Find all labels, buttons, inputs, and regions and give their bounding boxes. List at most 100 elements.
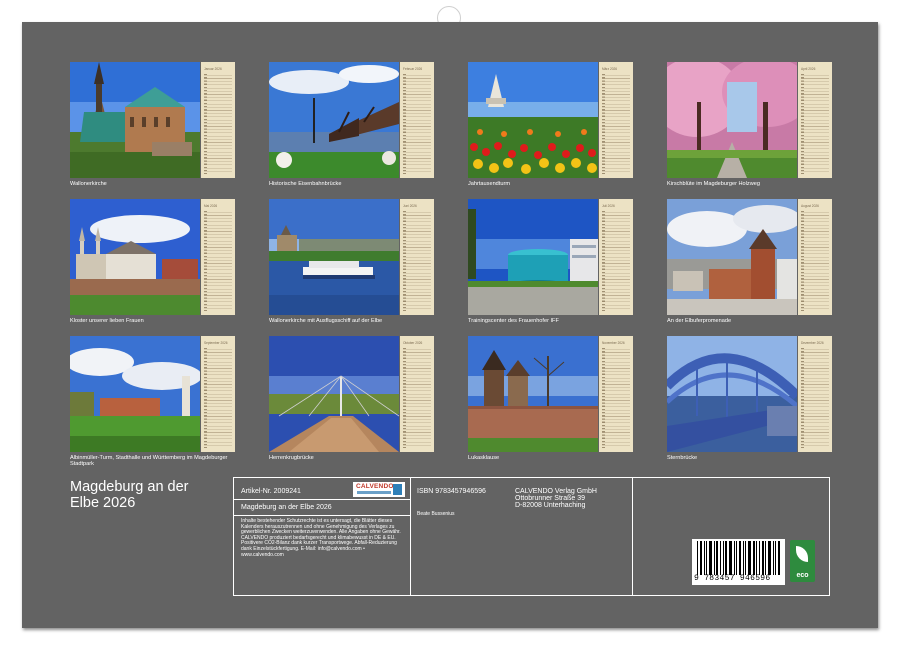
barcode-bar xyxy=(714,541,715,575)
calendar-strip: Juni 2026 xyxy=(400,199,434,315)
photo-herrenkrugbruecke xyxy=(269,336,399,452)
barcode-bar xyxy=(778,541,780,575)
photo-wallonerkirche xyxy=(70,62,200,178)
barcode-bar xyxy=(753,541,755,575)
calendar-month-label: Januar 2026 xyxy=(204,67,232,73)
month-tile-november: November 2026 Lukasklause xyxy=(468,336,633,452)
calvendo-logo: CALVENDO xyxy=(353,482,405,497)
article-number: Artikel-Nr. 2009241 xyxy=(241,488,301,496)
calendar-day-lines xyxy=(403,349,431,448)
barcode-bar xyxy=(739,541,741,575)
calendar-day-lines xyxy=(602,349,630,448)
calendar-month-label: September 2026 xyxy=(204,341,232,347)
photo-caption: Wallonerkirche xyxy=(70,181,235,187)
calendar-strip: Juli 2026 xyxy=(599,199,633,315)
barcode-bar xyxy=(729,541,732,575)
calendar-day-lines xyxy=(403,212,431,311)
calendar-strip: Mai 2026 xyxy=(201,199,235,315)
photo-caption: Trainingscenter des Frauenhofer IFF xyxy=(468,318,633,324)
photo-stadtpark xyxy=(70,336,200,452)
product-title: Magdeburg an der Elbe 2026 xyxy=(241,504,332,512)
calendar-strip: Dezember 2026 xyxy=(798,336,832,452)
calendar-strip: Januar 2026 xyxy=(201,62,235,178)
divider xyxy=(234,499,410,500)
barcode-bar xyxy=(700,541,702,575)
brand-tagline-bar xyxy=(357,491,391,494)
calendar-strip: Februar 2026 xyxy=(400,62,434,178)
barcode-bar xyxy=(706,541,707,575)
barcode-digits: 9 783457 946596 xyxy=(694,574,771,583)
month-tile-august: August 2026 An der Elbuferpromenade xyxy=(667,199,832,315)
photo-caption: Kirschblüte im Magdeburger Holzweg xyxy=(667,181,832,187)
barcode-bar xyxy=(768,541,771,575)
calendar-strip: Oktober 2026 xyxy=(400,336,434,452)
barcode-bar xyxy=(725,541,727,575)
calendar-strip: September 2026 xyxy=(201,336,235,452)
barcode: 9 783457 946596 xyxy=(692,539,785,585)
barcode-bar xyxy=(716,541,718,575)
brand-name: CALVENDO xyxy=(356,483,394,490)
photo-caption: Wallonerkirche mit Ausflugsschiff auf de… xyxy=(269,318,434,324)
photo-caption: Kloster unserer lieben Frauen xyxy=(70,318,235,324)
month-tile-october: Oktober 2026 Herrenkrugbrücke xyxy=(269,336,434,452)
barcode-bar xyxy=(704,541,705,575)
photo-elbuferpromenade xyxy=(667,199,797,315)
calendar-month-label: März 2026 xyxy=(602,67,630,73)
calendar-day-lines xyxy=(403,75,431,174)
month-tile-january: Januar 2026 Wallonerkirche xyxy=(70,62,235,178)
divider xyxy=(234,515,410,516)
photo-lukasklause xyxy=(468,336,598,452)
calendar-strip: März 2026 xyxy=(599,62,633,178)
calendar-strip: April 2026 xyxy=(798,62,832,178)
photo-caption: An der Elbuferpromenade xyxy=(667,318,832,324)
brand-icon xyxy=(393,484,402,495)
calendar-month-label: Juli 2026 xyxy=(602,204,630,210)
calendar-strip: November 2026 xyxy=(599,336,633,452)
barcode-bar xyxy=(697,541,698,575)
photo-caption: Albinmüller-Turm, Stadthalle und Württem… xyxy=(70,455,235,468)
month-tile-september: September 2026 Albinmüller-Turm, Stadtha… xyxy=(70,336,235,452)
month-tile-may: Mai 2026 Kloster unserer lieben Frauen xyxy=(70,199,235,315)
calendar-day-lines xyxy=(801,212,829,311)
calendar-month-label: Dezember 2026 xyxy=(801,341,829,347)
calendar-day-lines xyxy=(204,212,232,311)
calendar-day-lines xyxy=(602,75,630,174)
publisher-city: D-82008 Unterhaching xyxy=(515,502,585,510)
month-tile-march: März 2026 Jahrtausendturm xyxy=(468,62,633,178)
author: Beate Bussenius xyxy=(417,512,455,518)
photo-sternbruecke xyxy=(667,336,797,452)
photo-caption: Jahrtausendturm xyxy=(468,181,633,187)
photo-caption: Lukasklause xyxy=(468,455,633,461)
calendar-month-label: November 2026 xyxy=(602,341,630,347)
calendar-month-label: Juni 2026 xyxy=(403,204,431,210)
photo-kirschbluete xyxy=(667,62,797,178)
calendar-month-label: April 2026 xyxy=(801,67,829,73)
calendar-title: Magdeburg an der Elbe 2026 xyxy=(70,479,220,511)
barcode-bar xyxy=(720,541,721,575)
barcode-bar xyxy=(765,541,766,575)
calendar-month-label: Mai 2026 xyxy=(204,204,232,210)
month-tile-july: Juli 2026 Trainingscenter des Frauenhofe… xyxy=(468,199,633,315)
barcode-bar xyxy=(775,541,776,575)
photo-trainingscenter xyxy=(468,199,598,315)
calendar-day-lines xyxy=(204,349,232,448)
barcode-bar xyxy=(709,541,712,575)
month-tile-february: Februar 2026 Historische Eisenbahnbrücke xyxy=(269,62,434,178)
photo-caption: Historische Eisenbahnbrücke xyxy=(269,181,434,187)
calendar-day-lines xyxy=(204,75,232,174)
photo-jahrtausendturm xyxy=(468,62,598,178)
divider xyxy=(410,478,411,595)
month-tile-june: Juni 2026 Wallonerkirche mit Ausflugssch… xyxy=(269,199,434,315)
barcode-bar xyxy=(748,541,751,575)
barcode-bar xyxy=(734,541,735,575)
month-tile-december: Dezember 2026 Sternbrücke xyxy=(667,336,832,452)
isbn: ISBN 9783457946596 xyxy=(417,488,486,496)
barcode-bar xyxy=(756,541,757,575)
divider xyxy=(632,478,633,595)
barcode-bars xyxy=(697,541,780,575)
photo-ausflugsschiff xyxy=(269,199,399,315)
photo-caption: Herrenkrugbrücke xyxy=(269,455,434,461)
barcode-bar xyxy=(745,541,746,575)
barcode-bar xyxy=(773,541,774,575)
month-tile-april: April 2026 Kirschblüte im Magdeburger Ho… xyxy=(667,62,832,178)
